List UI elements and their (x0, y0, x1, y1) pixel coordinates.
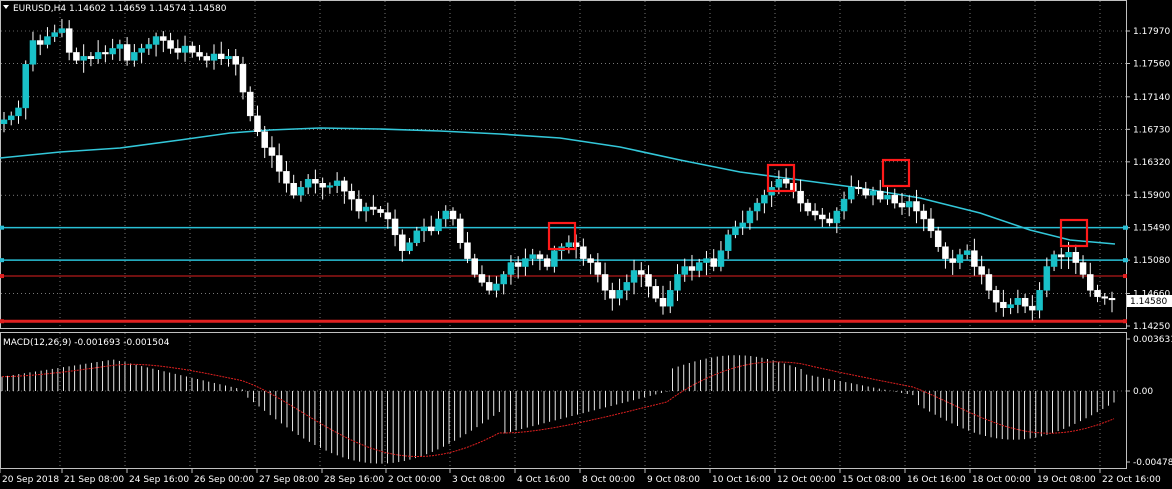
macd-axis: 0.003631 0.00 -0.004784 (1126, 335, 1172, 468)
time-tick-label: 19 Oct 08:00 (1037, 475, 1096, 485)
price-tick-label: 1.17970 (1133, 27, 1170, 37)
time-tick-label: 20 Sep 2018 (2, 475, 59, 485)
price-chart[interactable]: EURUSD,H4 1.14602 1.14659 1.14574 1.1458… (0, 0, 1172, 489)
price-tick-label: 1.15900 (1133, 191, 1170, 201)
time-tick-label: 4 Oct 16:00 (517, 475, 570, 485)
price-tick-label: 1.16730 (1133, 125, 1170, 135)
level-handle[interactable] (0, 258, 4, 263)
level-handle[interactable] (1123, 319, 1127, 324)
level-handle[interactable] (0, 274, 4, 279)
price-tick-label: 1.14250 (1133, 322, 1170, 332)
price-axis: 1.17970 1.17560 1.17140 1.16730 1.16320 1.159… (1123, 27, 1170, 332)
time-tick-label: 16 Oct 16:00 (907, 475, 966, 485)
macd-tick-label: -0.004784 (1133, 458, 1172, 468)
level-handle[interactable] (0, 225, 4, 230)
time-tick-label: 12 Oct 00:00 (777, 475, 836, 485)
time-tick-label: 26 Sep 00:00 (194, 475, 254, 485)
time-tick-label: 2 Oct 00:00 (388, 475, 441, 485)
main-panel-frame (0, 0, 1127, 329)
time-tick-label: 27 Sep 08:00 (259, 475, 319, 485)
time-tick-label: 10 Oct 16:00 (712, 475, 771, 485)
time-tick-label: 22 Oct 16:00 (1102, 475, 1161, 485)
current-price-label: 1.14580 (1130, 297, 1167, 307)
time-tick-label: 18 Oct 00:00 (972, 475, 1031, 485)
price-tick-label: 1.16320 (1133, 158, 1170, 168)
macd-tick-label: 0.003631 (1133, 335, 1172, 345)
time-axis: 20 Sep 2018 21 Sep 08:00 24 Sep 16:00 26 Se… (0, 469, 1161, 485)
time-tick-label: 28 Sep 16:00 (324, 475, 384, 485)
time-tick-label: 3 Oct 08:00 (452, 475, 505, 485)
current-price-tag: 1.14580 (1127, 295, 1172, 307)
price-tick-label: 1.17560 (1133, 60, 1170, 70)
price-tick-label: 1.15080 (1133, 256, 1170, 266)
price-tick-label: 1.15490 (1133, 224, 1170, 234)
time-tick-label: 24 Sep 16:00 (129, 475, 189, 485)
time-tick-label: 15 Oct 08:00 (842, 475, 901, 485)
time-tick-label: 21 Sep 08:00 (64, 475, 124, 485)
time-tick-label: 9 Oct 08:00 (647, 475, 700, 485)
macd-header: MACD(12,26,9) -0.001693 -0.001504 (3, 338, 170, 348)
macd-tick-label: 0.00 (1133, 387, 1153, 397)
level-handle[interactable] (0, 319, 4, 324)
level-handle[interactable] (1123, 274, 1127, 279)
symbol-header: EURUSD,H4 1.14602 1.14659 1.14574 1.1458… (13, 4, 227, 14)
time-tick-label: 8 Oct 00:00 (582, 475, 635, 485)
price-tick-label: 1.17140 (1133, 93, 1170, 103)
